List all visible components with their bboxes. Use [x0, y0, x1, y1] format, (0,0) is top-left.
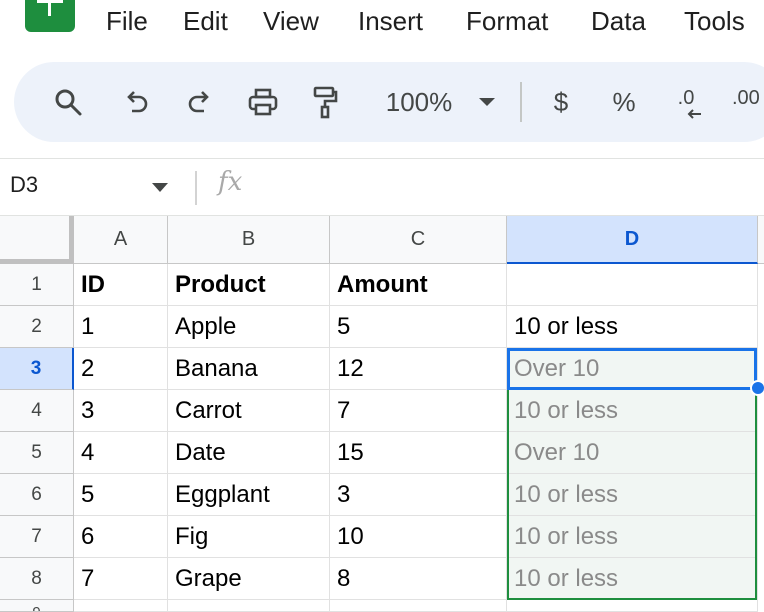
- menu-tools[interactable]: Tools: [684, 6, 745, 37]
- cell-c8[interactable]: 8: [330, 558, 507, 600]
- cell-a9[interactable]: [74, 600, 168, 612]
- row-header[interactable]: 5: [0, 432, 74, 474]
- menu-format[interactable]: Format: [466, 6, 548, 37]
- decrease-decimal-label: .0: [677, 86, 695, 109]
- fx-icon: fx: [218, 167, 243, 197]
- row-header[interactable]: 8: [0, 558, 74, 600]
- redo-button[interactable]: [182, 62, 218, 142]
- undo-button[interactable]: [118, 62, 154, 142]
- sheet-grid: A B C D 1 ID Product Amount 2 1 Apple 5 …: [0, 216, 764, 612]
- cell-c1[interactable]: Amount: [330, 264, 507, 306]
- zoom-select[interactable]: 100%: [374, 62, 464, 142]
- arrow-left-icon: [687, 109, 701, 119]
- name-box[interactable]: D3: [10, 172, 38, 198]
- currency-format-button[interactable]: $: [546, 62, 576, 142]
- cell-d3[interactable]: Over 10: [507, 348, 758, 390]
- row-header[interactable]: 6: [0, 474, 74, 516]
- cell-d2[interactable]: 10 or less: [507, 306, 758, 348]
- cell-d1[interactable]: [507, 264, 758, 306]
- cell-b9[interactable]: [168, 600, 330, 612]
- cell-c6[interactable]: 3: [330, 474, 507, 516]
- cell-d4[interactable]: 10 or less: [507, 390, 758, 432]
- menu-data[interactable]: Data: [591, 6, 646, 37]
- select-all-corner[interactable]: [0, 216, 74, 264]
- cell-d6[interactable]: 10 or less: [507, 474, 758, 516]
- cell-c7[interactable]: 10: [330, 516, 507, 558]
- paint-format-button[interactable]: [310, 62, 340, 142]
- cell-d8[interactable]: 10 or less: [507, 558, 758, 600]
- menu-insert[interactable]: Insert: [358, 6, 423, 37]
- decrease-decimal-button[interactable]: .0: [664, 62, 708, 142]
- cell-c2[interactable]: 5: [330, 306, 507, 348]
- formula-bar-divider: [195, 171, 197, 205]
- cell-a5[interactable]: 4: [74, 432, 168, 474]
- paint-roller-icon: [313, 86, 338, 119]
- chevron-down-icon: [479, 98, 495, 106]
- cell-d7[interactable]: 10 or less: [507, 516, 758, 558]
- cell-a4[interactable]: 3: [74, 390, 168, 432]
- row-header[interactable]: 9: [0, 600, 74, 612]
- menu-view[interactable]: View: [263, 6, 319, 37]
- print-icon: [248, 88, 278, 116]
- row-header[interactable]: 7: [0, 516, 74, 558]
- zoom-dropdown[interactable]: [476, 62, 498, 142]
- cell-a6[interactable]: 5: [74, 474, 168, 516]
- cell-a3[interactable]: 2: [74, 348, 168, 390]
- cell-a2[interactable]: 1: [74, 306, 168, 348]
- cell-b2[interactable]: Apple: [168, 306, 330, 348]
- percent-label: %: [612, 86, 636, 117]
- cell-c3[interactable]: 12: [330, 348, 507, 390]
- cell-a1[interactable]: ID: [74, 264, 168, 306]
- row-header[interactable]: 3: [0, 348, 74, 390]
- column-header-e[interactable]: [758, 216, 764, 264]
- column-header-b[interactable]: B: [168, 216, 330, 264]
- percent-format-button[interactable]: %: [608, 62, 640, 142]
- cell-b7[interactable]: Fig: [168, 516, 330, 558]
- search-menus-button[interactable]: [50, 62, 86, 142]
- column-header-c[interactable]: C: [330, 216, 507, 264]
- currency-label: $: [553, 86, 569, 117]
- menu-bar: File Edit View Insert Format Data Tools: [0, 0, 764, 48]
- cell-c9[interactable]: [330, 600, 507, 612]
- cell-b4[interactable]: Carrot: [168, 390, 330, 432]
- cell-b1[interactable]: Product: [168, 264, 330, 306]
- fill-handle[interactable]: [750, 380, 764, 396]
- column-header-a[interactable]: A: [74, 216, 168, 264]
- cell-b5[interactable]: Date: [168, 432, 330, 474]
- increase-decimal-label: .00: [732, 86, 760, 109]
- column-header-d[interactable]: D: [507, 216, 758, 264]
- cell-c5[interactable]: 15: [330, 432, 507, 474]
- toolbar: 100% $ % .0 .00: [14, 62, 764, 142]
- row-header[interactable]: 4: [0, 390, 74, 432]
- cell-b8[interactable]: Grape: [168, 558, 330, 600]
- cell-d5[interactable]: Over 10: [507, 432, 758, 474]
- menu-edit[interactable]: Edit: [183, 6, 228, 37]
- cell-b6[interactable]: Eggplant: [168, 474, 330, 516]
- toolbar-divider: [520, 82, 522, 122]
- print-button[interactable]: [244, 62, 282, 142]
- undo-icon: [127, 91, 148, 113]
- row-header[interactable]: 1: [0, 264, 74, 306]
- redo-icon: [188, 91, 209, 113]
- name-box-dropdown-icon[interactable]: [152, 183, 168, 192]
- search-icon: [55, 89, 82, 116]
- cell-a8[interactable]: 7: [74, 558, 168, 600]
- row-header[interactable]: 2: [0, 306, 74, 348]
- formula-bar: D3 fx: [0, 158, 764, 216]
- cell-a7[interactable]: 6: [74, 516, 168, 558]
- cell-b3[interactable]: Banana: [168, 348, 330, 390]
- cell-d9[interactable]: [507, 600, 758, 612]
- increase-decimal-button[interactable]: .00: [732, 62, 764, 142]
- zoom-value: 100%: [385, 86, 453, 117]
- menu-file[interactable]: File: [106, 6, 148, 37]
- cell-c4[interactable]: 7: [330, 390, 507, 432]
